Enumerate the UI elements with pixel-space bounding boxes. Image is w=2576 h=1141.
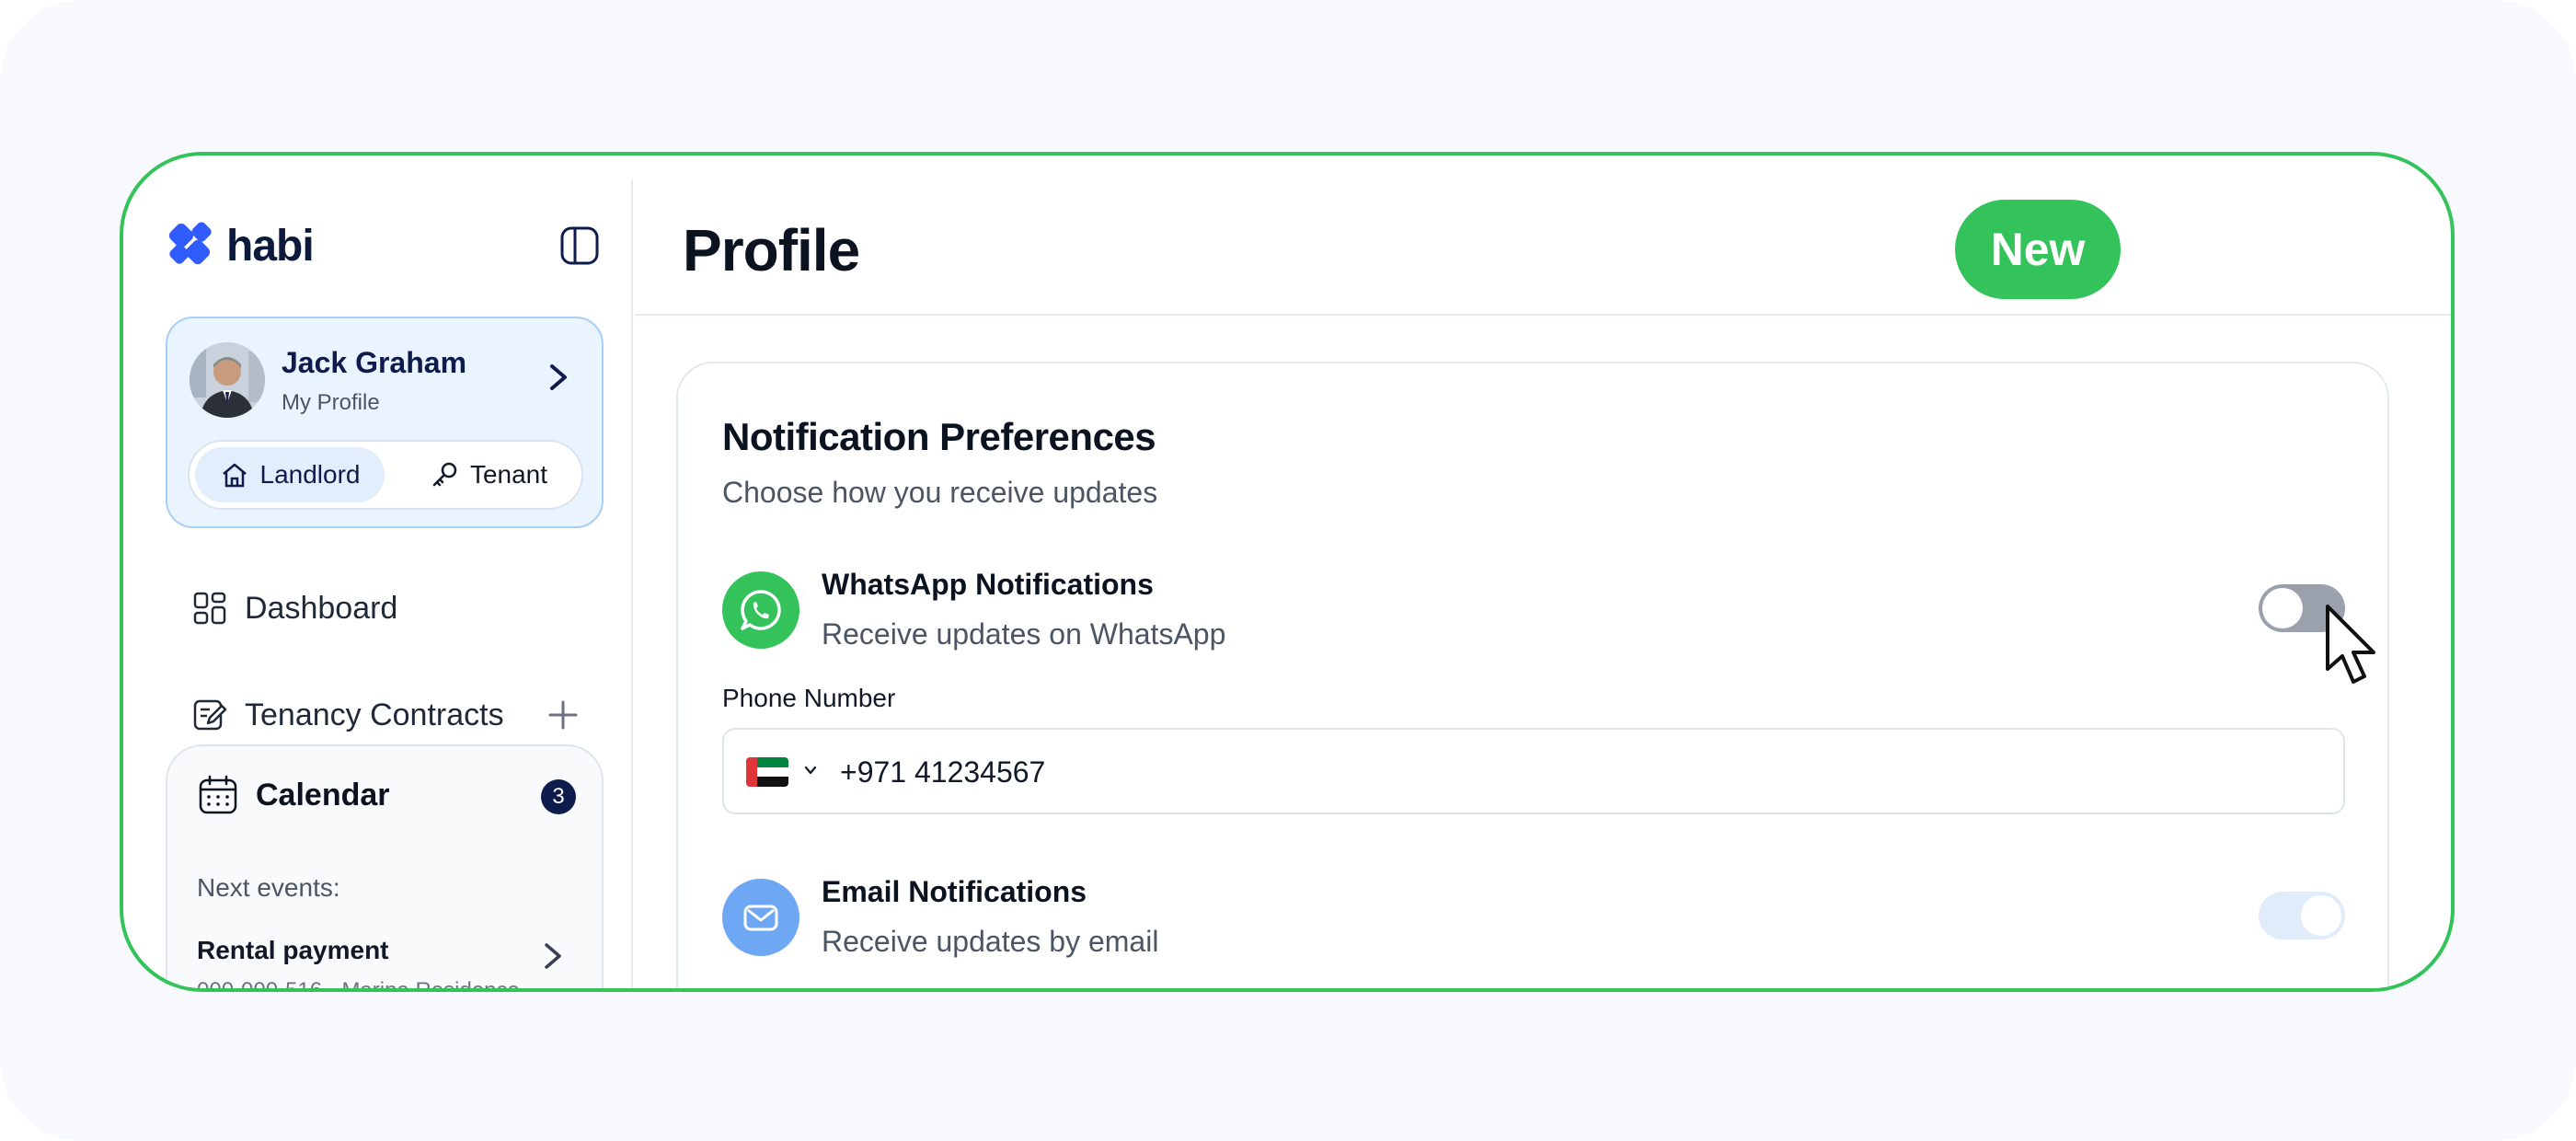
new-badge: New bbox=[1955, 200, 2121, 299]
email-title: Email Notifications bbox=[822, 875, 1087, 908]
toggle-knob bbox=[2301, 895, 2341, 936]
sidebar: habi Jack Graham My Profile Landlord Ten… bbox=[123, 156, 631, 988]
event-subtitle: 000-000-516 · Marina Residence bbox=[197, 978, 520, 992]
role-landlord-button[interactable]: Landlord bbox=[195, 447, 385, 502]
section-subtitle: Choose how you receive updates bbox=[722, 476, 1158, 509]
app-window: habi Jack Graham My Profile Landlord Ten… bbox=[120, 152, 2455, 992]
nav-item-dashboard[interactable]: Dashboard bbox=[191, 590, 397, 627]
canvas-background: habi Jack Graham My Profile Landlord Ten… bbox=[0, 0, 2576, 1141]
add-contract-icon[interactable] bbox=[546, 698, 580, 732]
toggle-knob bbox=[2262, 588, 2303, 628]
habi-logo-icon bbox=[168, 222, 212, 265]
whatsapp-subtitle: Receive updates on WhatsApp bbox=[822, 617, 1226, 651]
uae-flag-icon[interactable] bbox=[746, 757, 788, 787]
phone-number-label: Phone Number bbox=[722, 684, 896, 712]
role-landlord-label: Landlord bbox=[259, 460, 361, 489]
whatsapp-icon bbox=[722, 571, 799, 649]
chevron-right-icon[interactable] bbox=[541, 939, 565, 973]
profile-card[interactable]: Jack Graham My Profile Landlord Tenant bbox=[166, 317, 604, 528]
nav-item-tenancy-contracts[interactable]: Tenancy Contracts bbox=[191, 697, 504, 733]
role-tenant-button[interactable]: Tenant bbox=[401, 447, 576, 502]
avatar bbox=[190, 342, 265, 418]
page-title: Profile bbox=[683, 217, 860, 283]
whatsapp-title: WhatsApp Notifications bbox=[822, 568, 1154, 601]
sidebar-toggle-icon[interactable] bbox=[559, 225, 600, 266]
calendar-header: Calendar bbox=[197, 774, 390, 816]
next-events-label: Next events: bbox=[197, 873, 340, 902]
role-tenant-label: Tenant bbox=[469, 460, 548, 489]
email-toggle[interactable] bbox=[2259, 892, 2345, 939]
dashboard-icon bbox=[193, 592, 226, 625]
profile-name: Jack Graham bbox=[282, 346, 467, 379]
calendar-icon bbox=[199, 775, 237, 814]
notification-preferences-card: Notification Preferences Choose how you … bbox=[676, 362, 2389, 988]
email-subtitle: Receive updates by email bbox=[822, 925, 1159, 958]
chevron-down-icon[interactable] bbox=[803, 763, 818, 778]
section-title: Notification Preferences bbox=[722, 415, 1156, 458]
calendar-title: Calendar bbox=[256, 777, 390, 813]
mouse-cursor-icon bbox=[2326, 605, 2375, 684]
email-icon bbox=[722, 879, 799, 956]
house-icon bbox=[222, 463, 247, 488]
calendar-card[interactable]: Calendar 3 Next events: Rental payment 0… bbox=[166, 744, 604, 992]
contract-edit-icon bbox=[193, 699, 227, 731]
logo-text: habi bbox=[226, 221, 315, 271]
logo[interactable]: habi bbox=[166, 220, 315, 271]
chevron-right-icon[interactable] bbox=[545, 359, 572, 396]
event-title[interactable]: Rental payment bbox=[197, 936, 389, 965]
key-icon bbox=[432, 462, 457, 487]
phone-number-field[interactable]: +971 41234567 bbox=[722, 728, 2345, 814]
main-header: Profile New bbox=[635, 156, 2451, 316]
phone-number-input[interactable]: +971 41234567 bbox=[840, 755, 1045, 789]
nav-tenancy-label: Tenancy Contracts bbox=[245, 697, 504, 732]
calendar-count-badge: 3 bbox=[541, 779, 576, 814]
role-switcher: Landlord Tenant bbox=[188, 440, 583, 510]
nav-dashboard-label: Dashboard bbox=[245, 590, 398, 626]
profile-subtitle: My Profile bbox=[282, 390, 380, 415]
sidebar-divider bbox=[631, 179, 633, 988]
